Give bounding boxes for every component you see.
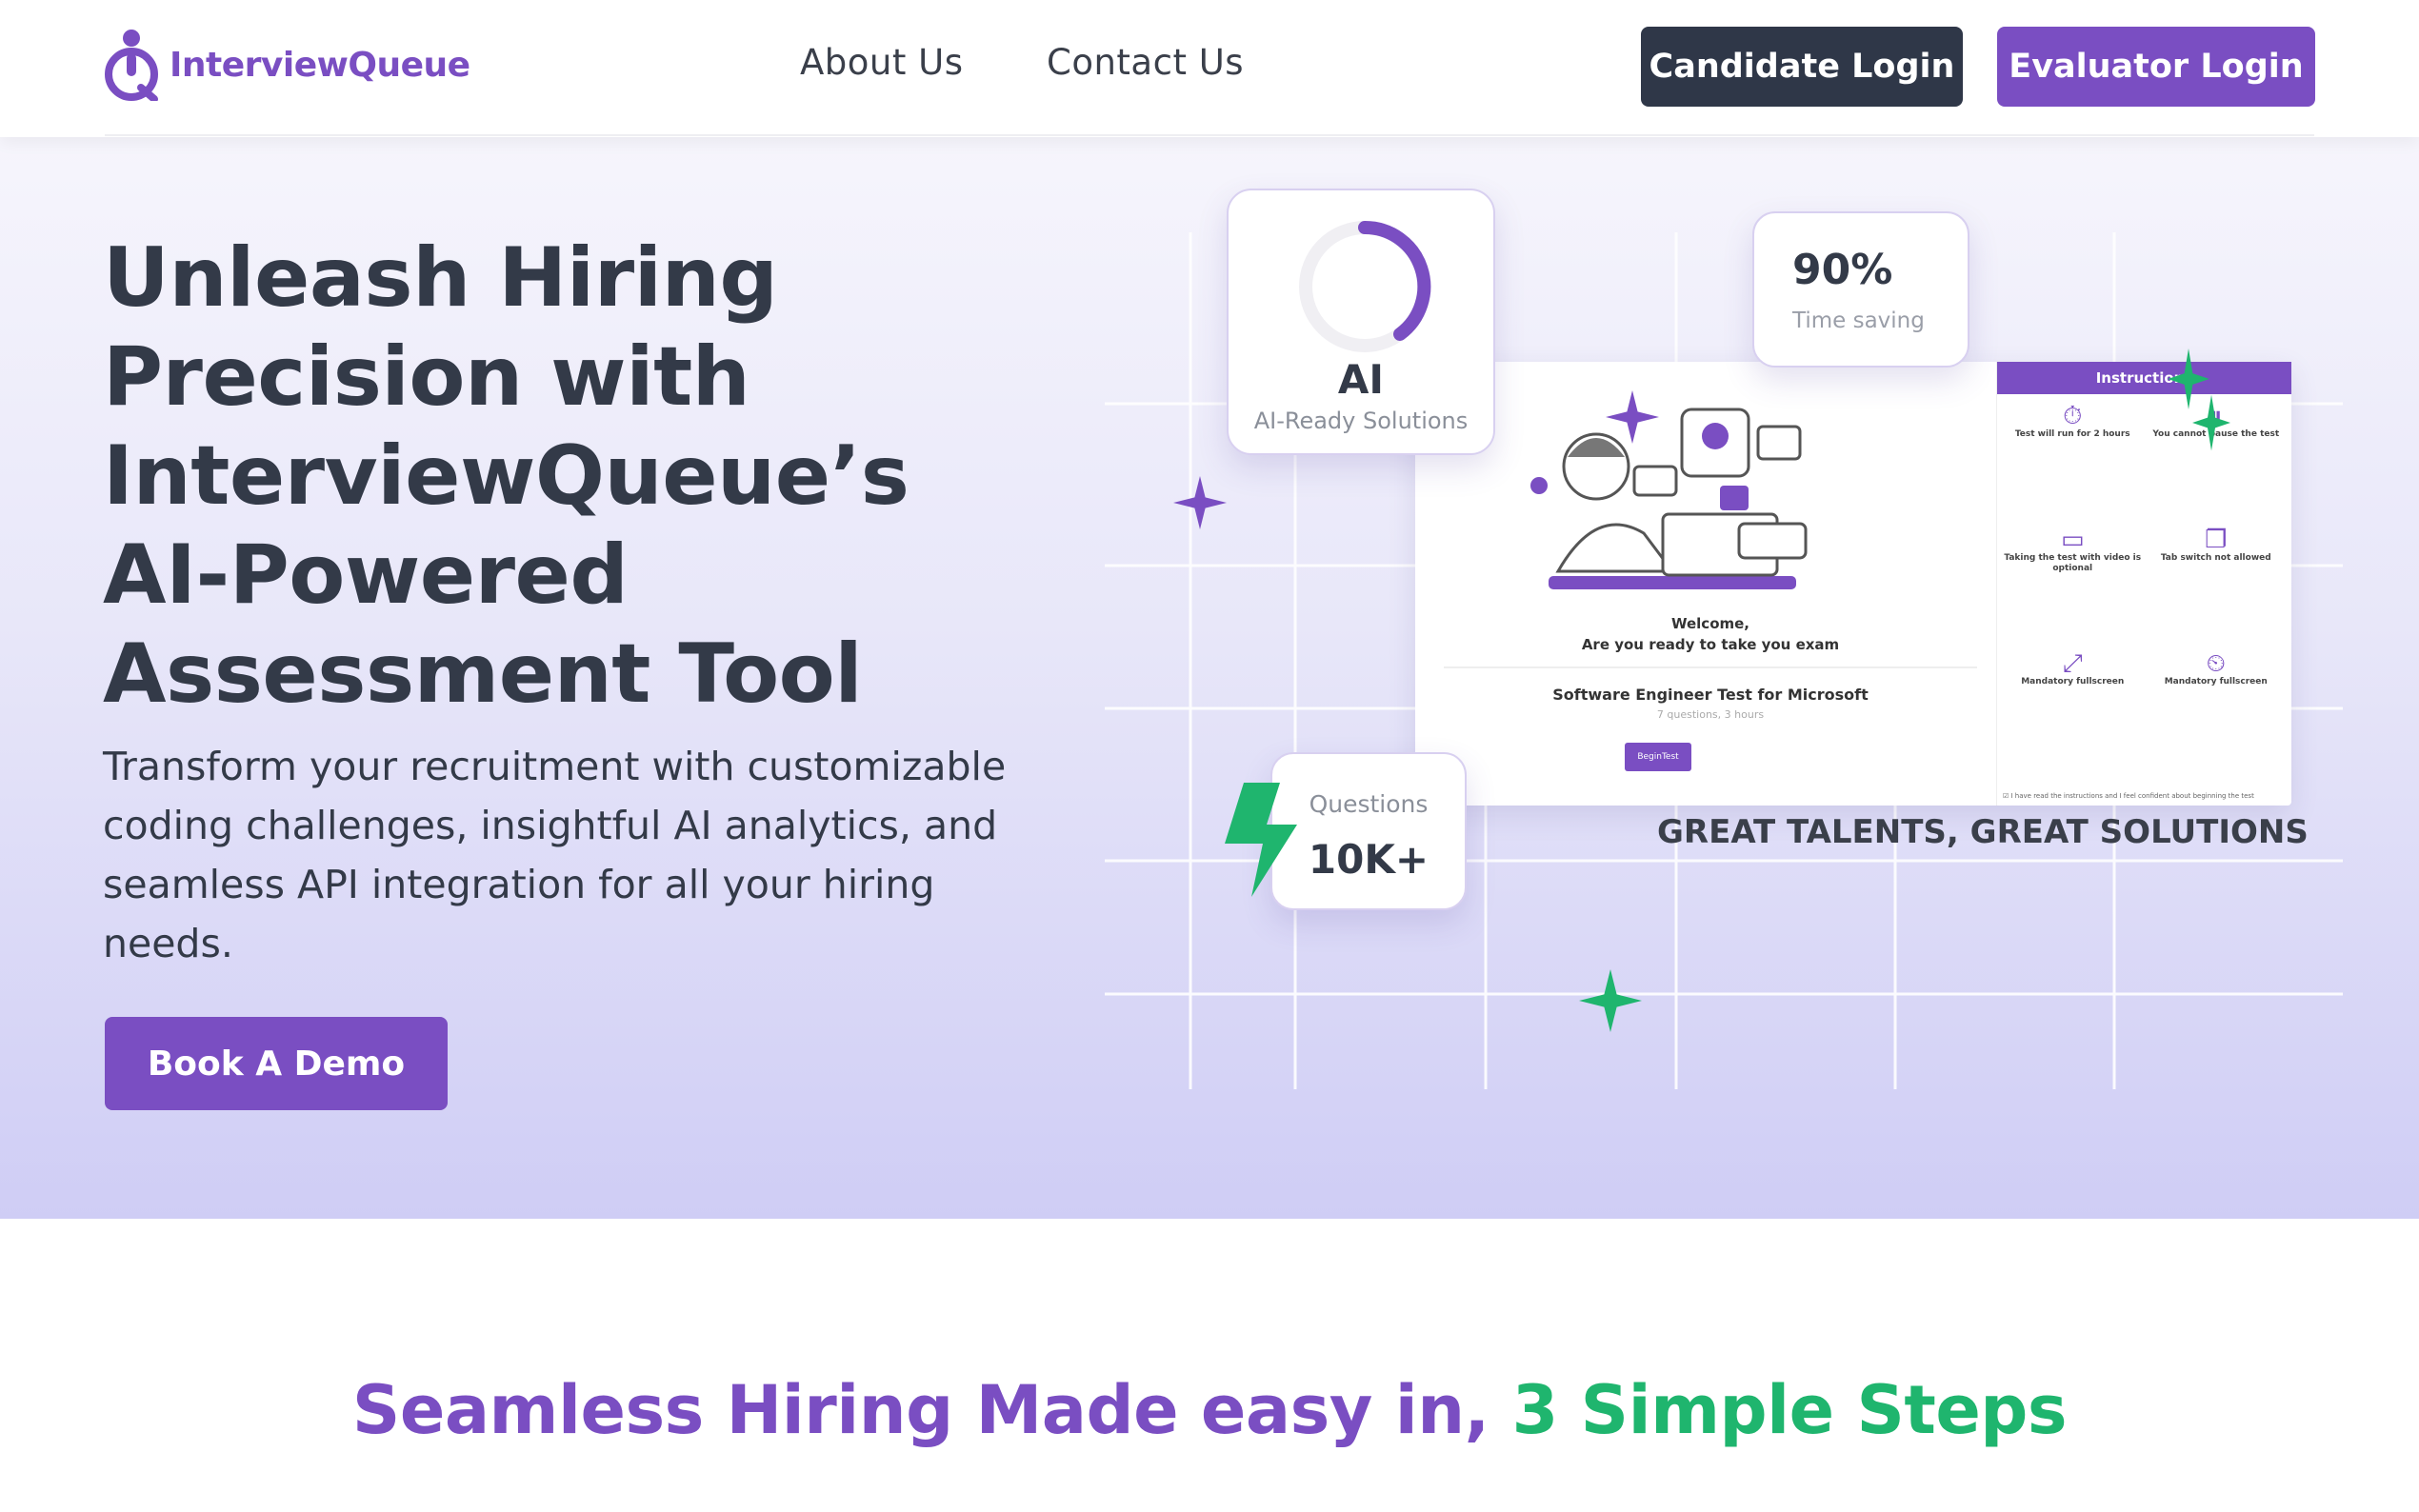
- ai-ready-card: AI AI-Ready Solutions: [1227, 189, 1495, 455]
- test-meta: 7 questions, 3 hours: [1656, 708, 1765, 721]
- woman-laptop-illustration: [1530, 408, 1808, 589]
- instruction-item: ❐ Tab switch not allowed: [2147, 522, 2287, 642]
- header-divider: [105, 134, 2314, 136]
- questions-value: 10K+: [1308, 836, 1429, 883]
- welcome-line-1: Welcome,: [1670, 615, 1750, 632]
- ai-card-subtitle: AI-Ready Solutions: [1253, 408, 1469, 434]
- progress-ring-icon: [1299, 220, 1431, 352]
- brand-logo[interactable]: InterviewQueue: [103, 29, 470, 101]
- sparkle-icon: [1606, 390, 1659, 444]
- hero-title: Unleash Hiring Precision with InterviewQ…: [103, 230, 910, 722]
- welcome-line-2: Are you ready to take you exam: [1581, 636, 1840, 653]
- nav-about-us[interactable]: About Us: [800, 42, 964, 83]
- steps-heading: Seamless Hiring Made easy in, 3 Simple S…: [0, 1371, 2419, 1449]
- agree-checkbox-label: ☑ I have read the instructions and I fee…: [2003, 792, 2254, 800]
- sparkle-icon: [2192, 394, 2230, 451]
- instruction-item: ▭ Taking the test with video is optional: [2004, 526, 2142, 573]
- instructions-panel: Instructions ⏱ Test will run for 2 hours …: [1996, 362, 2291, 806]
- lightning-bolt-icon: [1225, 783, 1297, 897]
- questions-card: Questions 10K+: [1270, 752, 1467, 910]
- instruction-item: ⤢ Mandatory fullscreen: [2003, 646, 2143, 766]
- time-saving-value: 90%: [1792, 246, 1893, 294]
- evaluator-login-button[interactable]: Evaluator Login: [1997, 27, 2315, 107]
- fullscreen-icon: ⤢: [2062, 649, 2083, 678]
- begin-test-button: BeginTest: [1625, 743, 1691, 771]
- instruction-item: ⏱ Test will run for 2 hours: [2003, 398, 2143, 518]
- video-icon: ▭: [2060, 526, 2085, 554]
- window-icon: ❐: [2205, 526, 2228, 554]
- top-header: InterviewQueue About Us Contact Us Candi…: [0, 0, 2419, 137]
- steps-heading-part-1: Seamless Hiring Made easy in,: [351, 1371, 1512, 1449]
- timer-icon: ⏱: [2063, 402, 2083, 430]
- instructions-header: Instructions: [1997, 362, 2291, 394]
- questions-label: Questions: [1309, 790, 1429, 818]
- sparkle-icon: [1173, 476, 1227, 529]
- time-saving-card: 90% Time saving: [1752, 211, 1969, 368]
- tagline: GREAT TALENTS, GREAT SOLUTIONS: [1657, 813, 2309, 851]
- candidate-login-button[interactable]: Candidate Login: [1641, 27, 1963, 107]
- screen-divider: [1444, 666, 1977, 668]
- logo-person-icon: [105, 30, 158, 101]
- brand-name: InterviewQueue: [170, 45, 470, 85]
- ai-card-title: AI: [1337, 356, 1385, 403]
- book-demo-button[interactable]: Book A Demo: [105, 1017, 448, 1110]
- time-saving-label: Time saving: [1792, 308, 1925, 333]
- steps-heading-part-2: 3 Simple Steps: [1511, 1371, 2068, 1449]
- instructions-grid: ⏱ Test will run for 2 hours ⏸ You cannot p…: [1997, 394, 2291, 769]
- stopwatch-icon: ⏲: [2206, 649, 2226, 678]
- nav-contact-us[interactable]: Contact Us: [1047, 42, 1244, 83]
- hero-subtitle: Transform your recruitment with customiz…: [103, 744, 1007, 966]
- exam-screen-mockup: Welcome, Are you ready to take you exam …: [1415, 362, 2291, 806]
- sparkle-icon: [1579, 969, 1642, 1032]
- instruction-item: ⏲ Mandatory fullscreen: [2147, 646, 2287, 766]
- test-title: Software Engineer Test for Microsoft: [1552, 686, 1869, 704]
- welcome-message: Welcome, Are you ready to take you exam: [1415, 613, 2006, 655]
